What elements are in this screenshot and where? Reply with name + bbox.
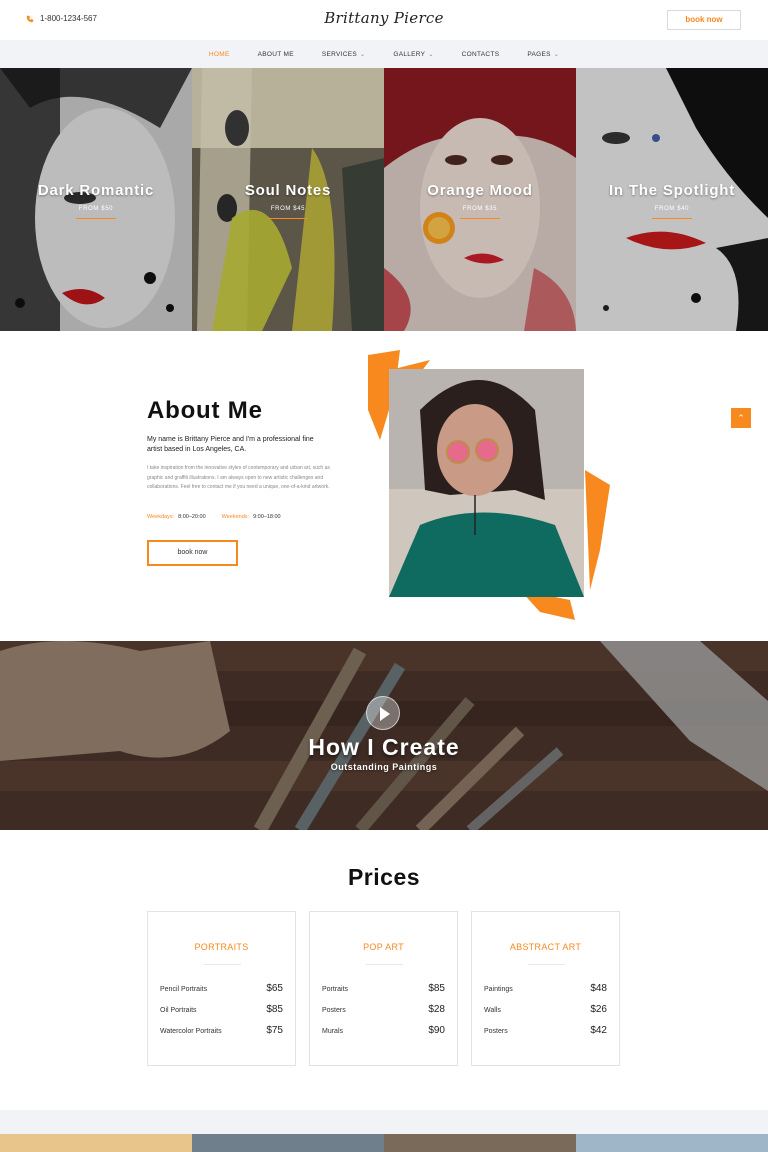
brand-logo[interactable]: Brittany Pierce bbox=[0, 9, 768, 27]
panel-price: FROM $40 bbox=[654, 206, 690, 212]
price-row: Walls $26 bbox=[484, 1004, 607, 1015]
card-title: PORTRAITS bbox=[194, 942, 249, 952]
price-row: Paintings $48 bbox=[484, 983, 607, 994]
artwork-image bbox=[384, 68, 576, 331]
panel-title: Orange Mood bbox=[427, 182, 533, 199]
panel-price: FROM $50 bbox=[78, 206, 114, 212]
price-row: Pencil Portraits $65 bbox=[160, 983, 283, 994]
price-card-portraits: PORTRAITS Pencil Portraits $65 Oil Portra… bbox=[147, 911, 296, 1066]
create-title: How I Create bbox=[308, 734, 460, 760]
book-now-button[interactable]: book now bbox=[667, 10, 741, 30]
price-row: Portraits $85 bbox=[322, 983, 445, 994]
chevron-down-icon: ⌄ bbox=[360, 51, 366, 58]
weekdays-hours: 8:00–20:00 bbox=[178, 514, 206, 520]
hero-panel-in-the-spotlight[interactable]: In The Spotlight FROM $40 bbox=[576, 68, 768, 331]
panel-divider bbox=[652, 218, 692, 219]
hero-gallery: Dark Romantic FROM $50 Soul Notes FROM $… bbox=[0, 68, 768, 331]
nav-item-pages[interactable]: PAGES ⌄ bbox=[513, 51, 573, 58]
weekends-hours: 9:00–18:00 bbox=[253, 514, 281, 520]
panel-divider bbox=[76, 218, 116, 219]
about-book-now-button[interactable]: book now bbox=[147, 540, 238, 566]
main-nav: HOME ABOUT ME SERVICES ⌄ GALLERY ⌄ CONTACT… bbox=[0, 40, 768, 68]
chevron-down-icon: ⌄ bbox=[553, 51, 560, 58]
about-lead: My name is Brittany Pierce and I'm a pro… bbox=[147, 436, 314, 453]
artist-portrait bbox=[368, 350, 610, 620]
nav-item-services[interactable]: SERVICES ⌄ bbox=[308, 51, 379, 58]
nav-item-about-me[interactable]: ABOUT ME bbox=[244, 51, 308, 58]
card-divider bbox=[366, 964, 403, 965]
gallery-thumb[interactable] bbox=[384, 1134, 576, 1152]
card-title: ABSTRACT ART bbox=[509, 942, 582, 952]
price-row: Oil Portraits $85 bbox=[160, 1004, 283, 1015]
price-row: Murals $90 bbox=[322, 1025, 445, 1036]
panel-divider bbox=[268, 218, 308, 219]
hero-panel-soul-notes[interactable]: Soul Notes FROM $45 bbox=[192, 68, 384, 331]
price-row: Watercolor Portraits $75 bbox=[160, 1025, 283, 1036]
artwork-image bbox=[0, 68, 192, 331]
card-title: POP ART bbox=[363, 942, 404, 952]
price-card-pop-art: POP ART Portraits $85 Posters $28 Murals $9… bbox=[309, 911, 458, 1066]
section-divider-band bbox=[0, 1110, 768, 1134]
nav-item-contacts[interactable]: CONTACTS bbox=[448, 51, 514, 58]
panel-divider bbox=[460, 218, 500, 219]
weekdays-label: Weekdays: bbox=[147, 514, 175, 520]
create-subtitle: Outstanding Paintings bbox=[330, 762, 438, 772]
artwork-image bbox=[576, 68, 768, 331]
chevron-down-icon: ⌄ bbox=[428, 51, 434, 58]
about-title: About Me bbox=[147, 397, 263, 424]
weekends-label: Weekends: bbox=[221, 514, 250, 520]
chevron-up-icon: ⌃ bbox=[737, 413, 745, 423]
working-hours: Weekdays: 8:00–20:00 Weekends: 9:00–18:0… bbox=[147, 514, 281, 520]
gallery-thumb[interactable] bbox=[0, 1134, 192, 1152]
panel-title: In The Spotlight bbox=[608, 182, 736, 199]
panel-price: FROM $35 bbox=[462, 206, 498, 212]
panel-title: Dark Romantic bbox=[37, 182, 155, 199]
scroll-to-top-button[interactable]: ⌃ bbox=[731, 408, 751, 428]
nav-item-gallery[interactable]: GALLERY ⌄ bbox=[379, 51, 447, 58]
nav-item-home[interactable]: HOME bbox=[195, 51, 244, 58]
panel-title: Soul Notes bbox=[244, 182, 332, 199]
price-row: Posters $28 bbox=[322, 1004, 445, 1015]
hero-panel-orange-mood[interactable]: Orange Mood FROM $35 bbox=[384, 68, 576, 331]
card-divider bbox=[204, 964, 241, 965]
gallery-thumb[interactable] bbox=[192, 1134, 384, 1152]
price-row: Posters $42 bbox=[484, 1025, 607, 1036]
prices-title: Prices bbox=[347, 864, 421, 890]
about-body: I take inspiration from the innovative s… bbox=[147, 465, 330, 490]
panel-price: FROM $45 bbox=[270, 206, 306, 212]
artwork-image bbox=[192, 68, 384, 331]
top-bar: 1-800-1234-567 Brittany Pierce book now bbox=[0, 0, 768, 40]
hero-panel-dark-romantic[interactable]: Dark Romantic FROM $50 bbox=[0, 68, 192, 331]
price-card-abstract-art: ABSTRACT ART Paintings $48 Walls $26 Poste… bbox=[471, 911, 620, 1066]
play-video-button[interactable] bbox=[366, 696, 400, 730]
gallery-thumb[interactable] bbox=[576, 1134, 768, 1152]
gallery-strip bbox=[0, 1134, 768, 1152]
card-divider bbox=[528, 964, 565, 965]
